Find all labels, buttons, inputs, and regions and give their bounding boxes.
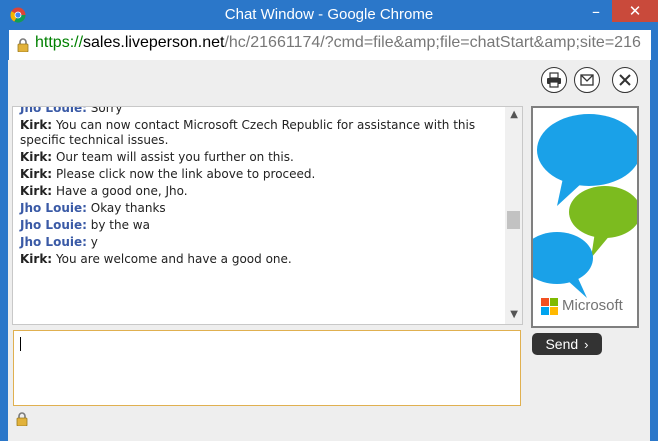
chat-content: Jho Louie: Sorry Kirk: You can now contac…	[8, 60, 650, 441]
chat-message: Jho Louie: y	[20, 235, 500, 250]
chat-message: Kirk: Our team will assist you further o…	[20, 150, 500, 165]
email-button[interactable]	[574, 67, 600, 93]
message-text: You are welcome and have a good one.	[55, 252, 292, 266]
url-host: sales.liveperson.net	[83, 34, 225, 51]
message-speaker: Jho Louie:	[20, 201, 87, 215]
window-frame-right	[650, 30, 658, 441]
speech-bubbles-graphic	[533, 114, 637, 298]
microsoft-windows-icon	[541, 297, 558, 315]
end-chat-button[interactable]	[612, 67, 638, 93]
scroll-thumb[interactable]	[507, 211, 520, 229]
minimize-button[interactable]: –	[580, 0, 612, 22]
window-title: Chat Window - Google Chrome	[224, 6, 434, 23]
chat-message: Kirk: Have a good one, Jho.	[20, 184, 500, 199]
message-text: Please click now the link above to proce…	[55, 167, 316, 181]
message-speaker: Jho Louie:	[20, 218, 87, 232]
url-path: /hc/21661174/?cmd=file&amp;file=chatStar…	[224, 34, 641, 51]
message-text: Our team will assist you further on this…	[55, 150, 294, 164]
chat-message: Jho Louie: Okay thanks	[20, 201, 500, 216]
chat-message: Jho Louie: Sorry	[20, 106, 500, 116]
message-text: Have a good one, Jho.	[55, 184, 188, 198]
url-text[interactable]: https://sales.liveperson.net/hc/21661174…	[35, 34, 645, 52]
message-text: Sorry	[90, 106, 123, 115]
message-speaker: Jho Louie:	[20, 106, 87, 115]
window-titlebar: Chat Window - Google Chrome – ✕	[0, 0, 658, 30]
message-text: by the wa	[90, 218, 150, 232]
chat-message: Kirk: You are welcome and have a good on…	[20, 252, 500, 267]
transcript-scrollbar[interactable]: ▲ ▼	[505, 107, 522, 324]
message-text: You can now contact Microsoft Czech Repu…	[20, 118, 476, 147]
message-speaker: Jho Louie:	[20, 235, 87, 249]
scroll-up-arrow-icon[interactable]: ▲	[510, 109, 518, 120]
chat-message: Kirk: Please click now the link above to…	[20, 167, 500, 182]
message-speaker: Kirk:	[20, 184, 53, 198]
message-text: Okay thanks	[90, 201, 166, 215]
message-text: y	[90, 235, 98, 249]
window-frame-left	[0, 30, 8, 441]
transcript-lines: Jho Louie: Sorry Kirk: You can now contac…	[20, 106, 500, 269]
chat-toolbar	[8, 60, 650, 100]
message-speaker: Kirk:	[20, 118, 53, 132]
send-label: Send	[545, 336, 579, 352]
text-caret	[20, 337, 21, 351]
print-icon	[547, 72, 561, 88]
microsoft-logo: Microsoft	[541, 297, 623, 315]
microsoft-ad-banner[interactable]: Microsoft	[531, 106, 639, 328]
chat-message: Jho Louie: by the wa	[20, 218, 500, 233]
chat-input-box[interactable]	[13, 330, 521, 406]
address-bar[interactable]: https://sales.liveperson.net/hc/21661174…	[8, 30, 652, 60]
close-icon	[619, 74, 631, 86]
scroll-down-arrow-icon[interactable]: ▼	[510, 309, 518, 320]
message-speaker: Kirk:	[20, 150, 53, 164]
url-scheme: https://	[35, 34, 84, 51]
send-button[interactable]: Send ›	[532, 333, 602, 355]
message-speaker: Kirk:	[20, 252, 53, 266]
lock-icon	[17, 38, 29, 52]
chat-transcript[interactable]: Jho Louie: Sorry Kirk: You can now contac…	[12, 106, 523, 325]
secure-lock-icon	[16, 412, 28, 426]
message-speaker: Kirk:	[20, 167, 53, 181]
print-button[interactable]	[541, 67, 567, 93]
microsoft-wordmark: Microsoft	[562, 297, 623, 314]
chevron-right-icon: ›	[584, 336, 589, 352]
chat-input[interactable]	[14, 331, 520, 405]
close-window-button[interactable]: ✕	[612, 0, 658, 22]
email-icon	[580, 74, 594, 86]
chat-message: Kirk: You can now contact Microsoft Czec…	[20, 118, 500, 148]
